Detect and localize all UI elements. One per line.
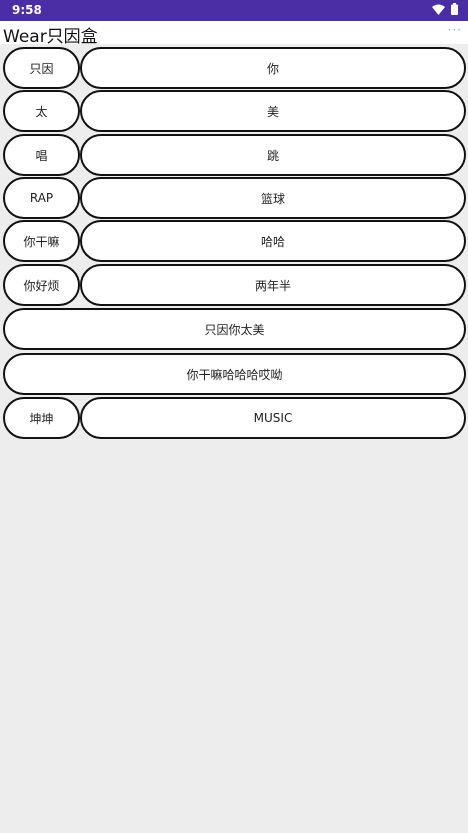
button-mei[interactable]: 美: [80, 90, 466, 132]
overflow-menu-icon[interactable]: ···: [448, 23, 462, 37]
button-nihaofan[interactable]: 你好烦: [3, 264, 80, 306]
button-zhiyinnitaimei[interactable]: 只因你太美: [3, 308, 466, 350]
button-tai[interactable]: 太: [3, 90, 80, 132]
button-niganma[interactable]: 你干嘛: [3, 220, 80, 262]
button-rap[interactable]: RAP: [3, 177, 80, 219]
button-lanqiu[interactable]: 篮球: [80, 177, 466, 219]
button-liangnianban[interactable]: 两年半: [80, 264, 466, 306]
button-row: RAP 篮球: [3, 177, 466, 219]
app-bar: Wear只因盒 ···: [0, 21, 468, 47]
button-row: 只因你太美: [3, 308, 466, 350]
button-row: 唱 跳: [3, 134, 466, 176]
app-title: Wear只因盒: [3, 27, 98, 47]
wifi-icon: [432, 4, 445, 15]
button-row: 你干嘛 哈哈: [3, 220, 466, 262]
button-row: 太 美: [3, 90, 466, 132]
button-music[interactable]: MUSIC: [80, 397, 466, 439]
status-icons: [432, 3, 458, 15]
status-bar: 9:58: [0, 0, 468, 21]
button-tiao[interactable]: 跳: [80, 134, 466, 176]
button-kunkun[interactable]: 坤坤: [3, 397, 80, 439]
button-haha[interactable]: 哈哈: [80, 220, 466, 262]
button-niganma-hahaha[interactable]: 你干嘛哈哈哈哎呦: [3, 353, 466, 395]
button-row: 你干嘛哈哈哈哎呦: [3, 353, 466, 395]
battery-icon: [451, 3, 458, 15]
button-zhiyin[interactable]: 只因: [3, 47, 80, 89]
button-row: 坤坤 MUSIC: [3, 397, 466, 439]
button-ni[interactable]: 你: [80, 47, 466, 89]
button-row: 你好烦 两年半: [3, 264, 466, 306]
status-time: 9:58: [12, 3, 42, 17]
button-row: 只因 你: [3, 47, 466, 89]
button-chang[interactable]: 唱: [3, 134, 80, 176]
